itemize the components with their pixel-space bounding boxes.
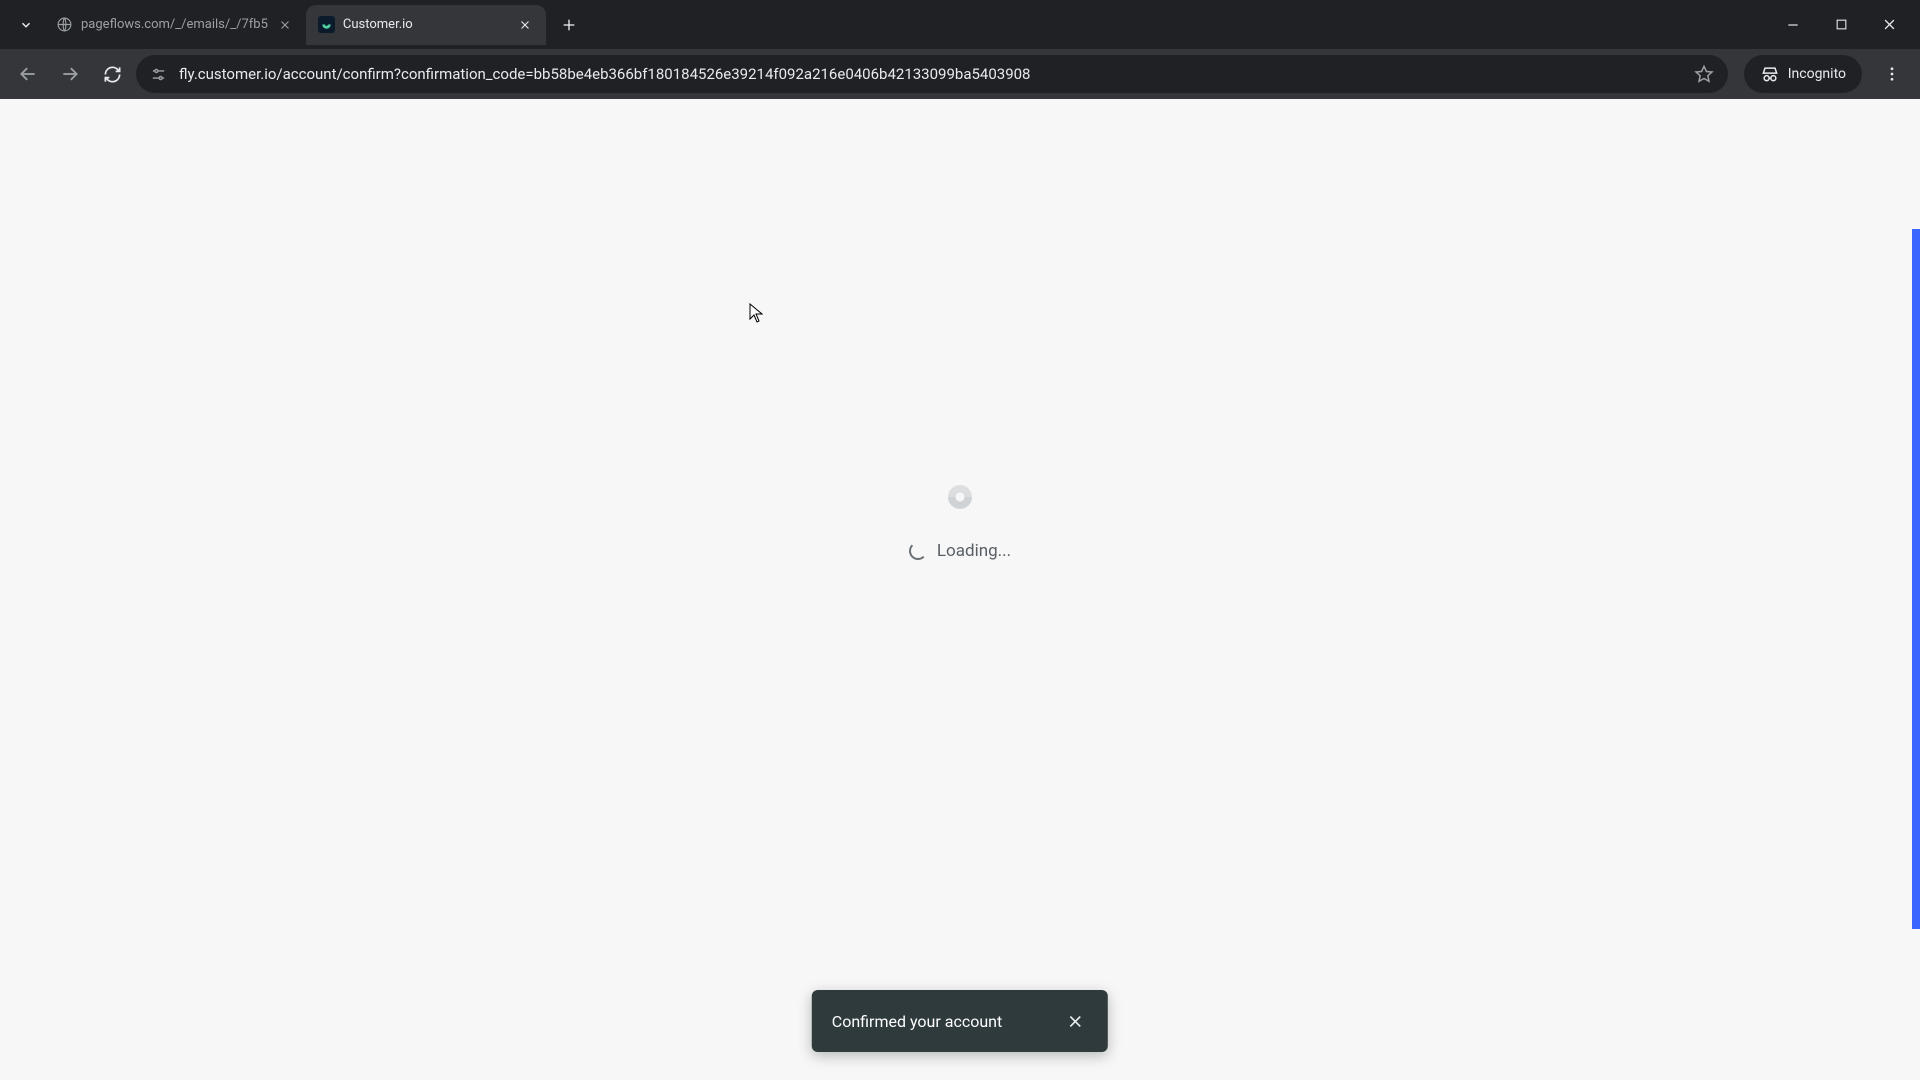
minimize-icon <box>1786 18 1800 32</box>
bookmark-button[interactable] <box>1694 64 1714 84</box>
window-controls <box>1770 5 1920 45</box>
mouse-cursor-icon <box>749 303 763 323</box>
maximize-icon <box>1835 18 1848 31</box>
minimize-button[interactable] <box>1770 5 1816 45</box>
loading-text: Loading... <box>937 541 1011 561</box>
url-text: fly.customer.io/account/confirm?confirma… <box>179 65 1682 83</box>
close-icon <box>1882 17 1897 32</box>
tab-title: Customer.io <box>343 17 508 32</box>
scrollbar-thumb[interactable] <box>1912 229 1920 929</box>
forward-button[interactable] <box>52 56 88 92</box>
reload-button[interactable] <box>94 56 130 92</box>
tab-customerio[interactable]: Customer.io <box>306 5 546 45</box>
loading-row: Loading... <box>909 541 1011 561</box>
tab-title: pageflows.com/_/emails/_/7fb5 <box>81 17 268 32</box>
reload-icon <box>103 65 122 84</box>
browser-toolbar: fly.customer.io/account/confirm?confirma… <box>0 49 1920 99</box>
tab-close-button[interactable] <box>276 16 294 34</box>
incognito-label: Incognito <box>1788 66 1846 82</box>
incognito-indicator[interactable]: Incognito <box>1744 55 1862 93</box>
tab-pageflows[interactable]: pageflows.com/_/emails/_/7fb5 <box>44 5 306 45</box>
customerio-favicon-icon <box>318 16 335 33</box>
page-scrollbar[interactable] <box>1904 99 1920 1080</box>
site-settings-button[interactable] <box>150 66 167 83</box>
tune-icon <box>150 66 167 83</box>
toast-message: Confirmed your account <box>832 1012 1002 1031</box>
back-button[interactable] <box>10 56 46 92</box>
globe-icon <box>56 16 73 33</box>
chevron-down-icon <box>19 18 33 32</box>
incognito-icon <box>1760 64 1780 84</box>
browser-tabstrip: pageflows.com/_/emails/_/7fb5 Customer.i… <box>0 0 1920 49</box>
close-icon <box>519 19 531 31</box>
close-icon <box>279 19 291 31</box>
maximize-button[interactable] <box>1818 5 1864 45</box>
customerio-logo-icon <box>942 479 978 515</box>
toast-close-button[interactable] <box>1062 1008 1088 1034</box>
close-icon <box>1067 1013 1084 1030</box>
toast-notification: Confirmed your account <box>812 990 1108 1052</box>
spinner-icon <box>909 542 927 560</box>
arrow-right-icon <box>60 64 80 84</box>
star-icon <box>1694 64 1714 84</box>
tab-search-button[interactable] <box>8 7 44 43</box>
tab-close-button[interactable] <box>516 16 534 34</box>
browser-menu-button[interactable] <box>1874 56 1910 92</box>
new-tab-button[interactable] <box>552 8 586 42</box>
loading-indicator: Loading... <box>909 479 1011 561</box>
page-content: Loading... Confirmed your account <box>0 99 1920 1080</box>
arrow-left-icon <box>18 64 38 84</box>
address-bar[interactable]: fly.customer.io/account/confirm?confirma… <box>136 55 1728 93</box>
more-vertical-icon <box>1883 65 1901 83</box>
plus-icon <box>561 17 577 33</box>
close-window-button[interactable] <box>1866 5 1912 45</box>
